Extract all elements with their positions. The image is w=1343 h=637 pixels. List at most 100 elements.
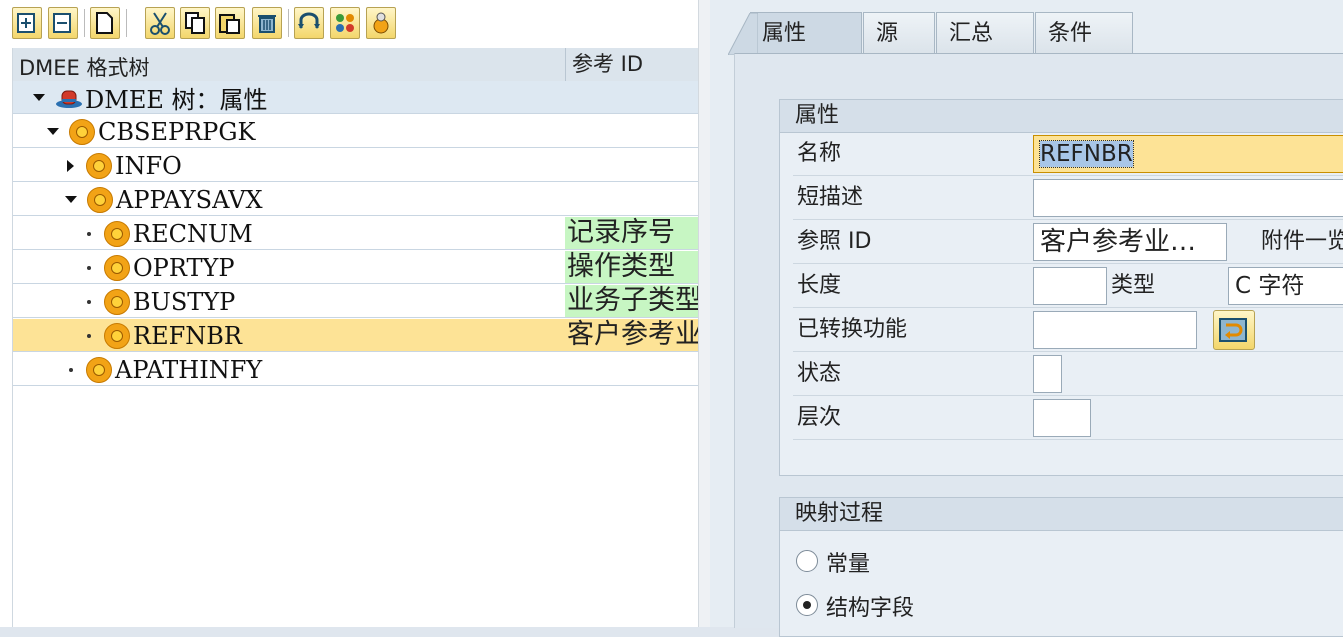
conversion-label: 已转换功能: [797, 317, 908, 342]
node-label: INFO: [115, 151, 182, 180]
new-document-button[interactable]: [90, 7, 120, 39]
element-node-icon: [86, 356, 112, 383]
insert-node-icon: [17, 13, 35, 33]
tree-row[interactable]: RECNUM 记录序号: [13, 217, 701, 250]
attachment-label: 附件一览: [1261, 229, 1343, 254]
tab-corner: [728, 13, 758, 55]
tab-source[interactable]: 源: [863, 12, 935, 54]
tab-label: 汇总: [949, 21, 994, 46]
tree-row[interactable]: OPRTYP 操作类型: [13, 251, 701, 284]
delete-node-icon: [53, 13, 71, 33]
tree-row[interactable]: CBSEPRPGK: [13, 115, 699, 148]
leaf-bullet-icon: [87, 333, 91, 338]
tab-aggregation[interactable]: 汇总: [936, 12, 1034, 54]
group-title: 属性: [780, 100, 1343, 133]
radio-button[interactable]: [796, 550, 818, 572]
field-row-level: 层次: [793, 396, 1343, 440]
nodes-button[interactable]: [330, 7, 360, 39]
radio-button[interactable]: [796, 594, 818, 616]
tab-content: 属性 名称 REFNBR 短描述 参照 ID 客户参考业… 附件一览 长度 类型: [734, 53, 1343, 637]
tree-row[interactable]: BUSTYP 业务子类型: [13, 285, 701, 318]
tree-row-selected[interactable]: REFNBR 客户参考业: [13, 319, 701, 352]
node-label: OPRTYP: [133, 253, 235, 282]
format-tree: DMEE 格式树 参考 ID DMEE 树：属性 CBSEPRPGK INFO: [12, 48, 701, 627]
element-node-icon: [104, 254, 130, 281]
element-node-icon: [69, 118, 95, 145]
delete-button[interactable]: [252, 7, 282, 39]
node-label: BUSTYP: [133, 287, 236, 316]
ref-id-input[interactable]: 客户参考业…: [1033, 223, 1227, 261]
toolbar: [0, 0, 698, 46]
tree-root-label: DMEE 树：属性: [85, 86, 268, 114]
name-value: REFNBR: [1039, 140, 1134, 168]
node-ref-id: 客户参考业: [567, 319, 701, 350]
tree-row-root[interactable]: DMEE 树：属性: [13, 81, 699, 114]
paste-button[interactable]: [215, 7, 245, 39]
field-row-conversion: 已转换功能: [793, 308, 1343, 352]
node-ref-id: 操作类型: [565, 251, 701, 283]
ref-id-label: 参照 ID: [797, 229, 872, 254]
leaf-bullet-icon: [69, 367, 73, 372]
new-document-icon: [96, 12, 113, 34]
field-row-length: 长度 类型 C 字符: [793, 264, 1343, 308]
node-label: REFNBR: [133, 321, 242, 350]
tab-label: 源: [876, 21, 899, 46]
name-label: 名称: [797, 141, 842, 166]
tree-pane: DMEE 格式树 参考 ID DMEE 树：属性 CBSEPRPGK INFO: [0, 0, 701, 627]
expand-icon[interactable]: [33, 94, 45, 101]
field-row-ref-id: 参照 ID 客户参考业… 附件一览: [793, 220, 1343, 264]
cut-icon: [150, 12, 170, 35]
short-desc-label: 短描述: [797, 185, 864, 210]
element-node-icon: [86, 152, 112, 179]
conversion-input[interactable]: [1033, 311, 1197, 349]
tab-attributes[interactable]: 属性: [728, 12, 862, 55]
column-format-tree[interactable]: DMEE 格式树: [19, 52, 150, 82]
tree-row[interactable]: APPAYSAVX: [13, 183, 699, 216]
field-row-status: 状态: [793, 352, 1343, 396]
attributes-group: 属性 名称 REFNBR 短描述 参照 ID 客户参考业… 附件一览 长度 类型: [779, 99, 1343, 476]
short-desc-input[interactable]: [1033, 179, 1343, 217]
length-input[interactable]: [1033, 267, 1107, 305]
copy-button[interactable]: [180, 7, 210, 39]
field-row-name: 名称 REFNBR: [793, 132, 1343, 176]
conversion-icon: [1219, 318, 1247, 342]
tree-row[interactable]: INFO: [13, 149, 699, 182]
group-title: 映射过程: [780, 498, 1343, 531]
status-input[interactable]: [1033, 355, 1062, 393]
bug-icon: [373, 12, 389, 34]
leaf-bullet-icon: [87, 231, 91, 236]
tab-conditions[interactable]: 条件: [1035, 12, 1133, 54]
debug-button[interactable]: [366, 7, 396, 39]
copy-icon: [185, 12, 205, 34]
type-label: 类型: [1111, 273, 1156, 298]
name-input[interactable]: REFNBR: [1033, 135, 1343, 173]
node-label: CBSEPRPGK: [98, 117, 256, 146]
swap-button[interactable]: [294, 7, 324, 39]
element-node-icon: [104, 220, 130, 247]
element-node-icon: [104, 288, 130, 315]
expand-icon[interactable]: [47, 128, 59, 135]
leaf-bullet-icon: [87, 265, 91, 270]
conversion-button[interactable]: [1213, 310, 1255, 350]
node-label: RECNUM: [133, 219, 253, 248]
expand-icon[interactable]: [65, 196, 77, 203]
level-label: 层次: [797, 405, 842, 430]
node-label: APPAYSAVX: [116, 185, 263, 214]
insert-node-button[interactable]: [12, 7, 42, 39]
column-ref-id[interactable]: 参考 ID: [565, 48, 643, 81]
type-select[interactable]: C 字符: [1228, 267, 1343, 305]
cut-button[interactable]: [145, 7, 175, 39]
paste-icon: [219, 14, 240, 34]
detail-pane: 属性 源 汇总 条件 属性 名称 REFNBR 短描述 参照 ID 客户参考业……: [710, 0, 1343, 637]
delete-icon: [258, 15, 276, 33]
collapse-icon[interactable]: [67, 159, 74, 172]
leaf-bullet-icon: [87, 299, 91, 304]
tree-row[interactable]: APATHINFY: [13, 353, 699, 386]
level-input[interactable]: [1033, 399, 1091, 437]
delete-node-button[interactable]: [48, 7, 78, 39]
length-label: 长度: [797, 273, 842, 298]
element-node-icon: [104, 322, 130, 349]
mapping-group: 映射过程 常量 结构字段: [779, 497, 1343, 637]
tab-label: 属性: [762, 21, 807, 46]
radio-label: 结构字段: [826, 596, 915, 621]
